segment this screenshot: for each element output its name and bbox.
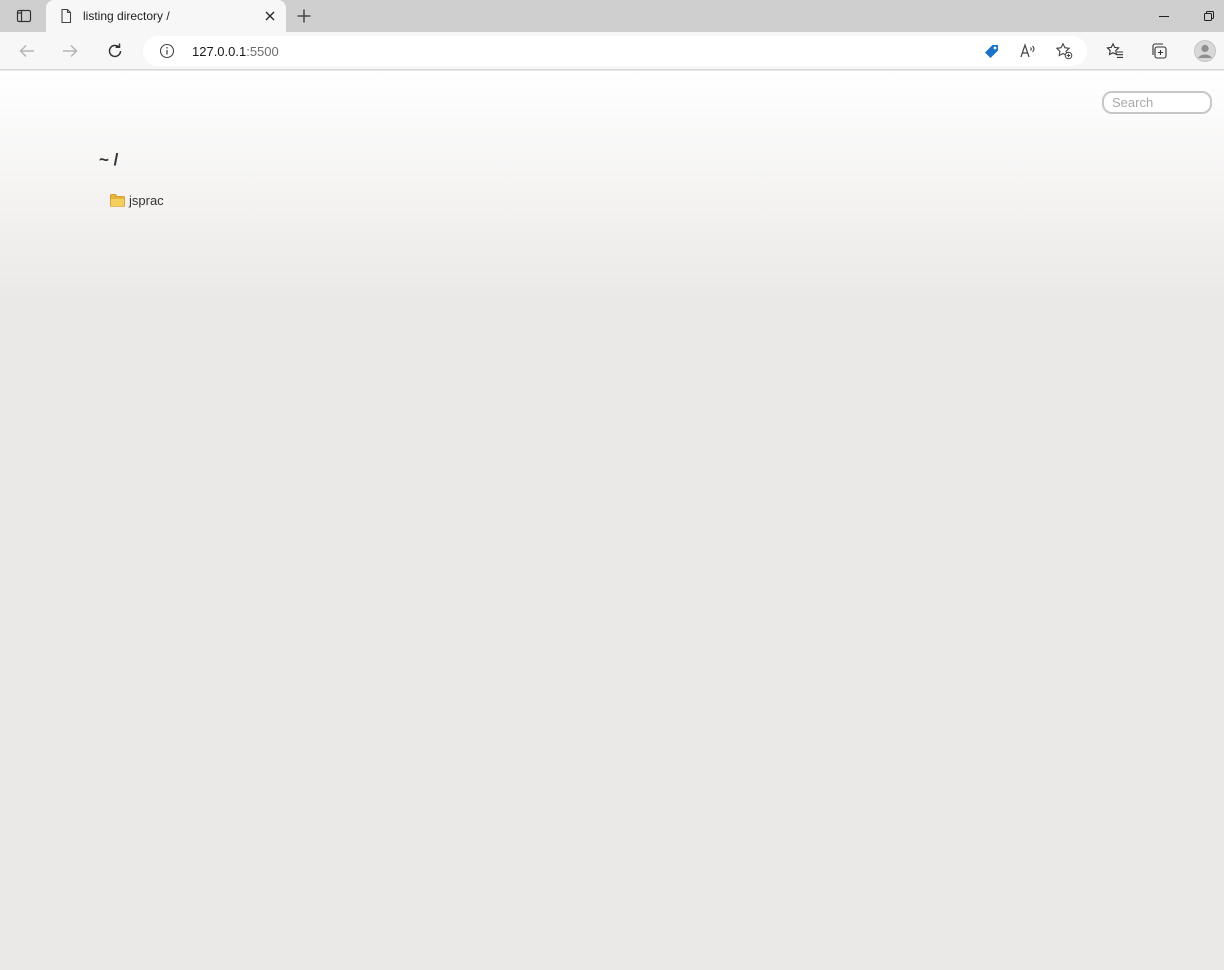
- folder-icon: [110, 194, 125, 207]
- shopping-tag-button[interactable]: [979, 39, 1005, 63]
- star-add-icon: [1055, 42, 1073, 60]
- read-aloud-button[interactable]: [1015, 39, 1041, 63]
- tab-actions-button[interactable]: [8, 4, 40, 28]
- arrow-right-icon: [63, 44, 78, 58]
- plus-icon: [297, 9, 311, 23]
- collections-icon: [1152, 43, 1167, 59]
- tab-title: listing directory /: [83, 9, 170, 23]
- minimize-icon: [1159, 16, 1169, 17]
- profile-button[interactable]: [1189, 35, 1221, 67]
- collections-button[interactable]: [1143, 35, 1175, 67]
- page-title: ~ /: [99, 150, 119, 169]
- tag-icon: [985, 45, 998, 58]
- arrow-left-icon: [19, 44, 34, 58]
- favorites-icon: [1106, 42, 1123, 58]
- browser-toolbar: 127.0.0.1:5500: [0, 32, 1224, 70]
- back-button[interactable]: [11, 35, 43, 67]
- browser-tab-active[interactable]: listing directory /: [46, 0, 286, 32]
- page-content: ~ / jsprac: [0, 71, 1224, 970]
- url-host: 127.0.0.1: [192, 44, 247, 59]
- list-item[interactable]: jsprac: [110, 193, 164, 208]
- tab-actions-icon: [16, 9, 32, 23]
- tab-strip: listing directory /: [0, 0, 1224, 32]
- info-icon[interactable]: [159, 43, 175, 59]
- refresh-button[interactable]: [99, 35, 131, 67]
- address-bar[interactable]: 127.0.0.1:5500: [143, 36, 1087, 66]
- tab-close-button[interactable]: [262, 8, 278, 24]
- favorites-button[interactable]: [1099, 35, 1131, 67]
- address-url[interactable]: 127.0.0.1:5500: [192, 44, 279, 59]
- avatar-icon: [1194, 40, 1216, 62]
- close-icon: [265, 11, 275, 21]
- read-aloud-icon: [1020, 43, 1035, 58]
- folder-link[interactable]: jsprac: [129, 193, 164, 208]
- refresh-icon: [108, 43, 122, 58]
- new-tab-button[interactable]: [291, 4, 317, 28]
- search-input[interactable]: [1102, 91, 1212, 114]
- forward-button[interactable]: [54, 35, 86, 67]
- add-favorite-button[interactable]: [1051, 39, 1077, 63]
- restore-window-button[interactable]: [1194, 4, 1224, 28]
- document-icon: [61, 8, 72, 24]
- minimize-window-button[interactable]: [1148, 4, 1180, 28]
- url-port: :5500: [246, 44, 279, 59]
- restore-icon: [1204, 11, 1214, 21]
